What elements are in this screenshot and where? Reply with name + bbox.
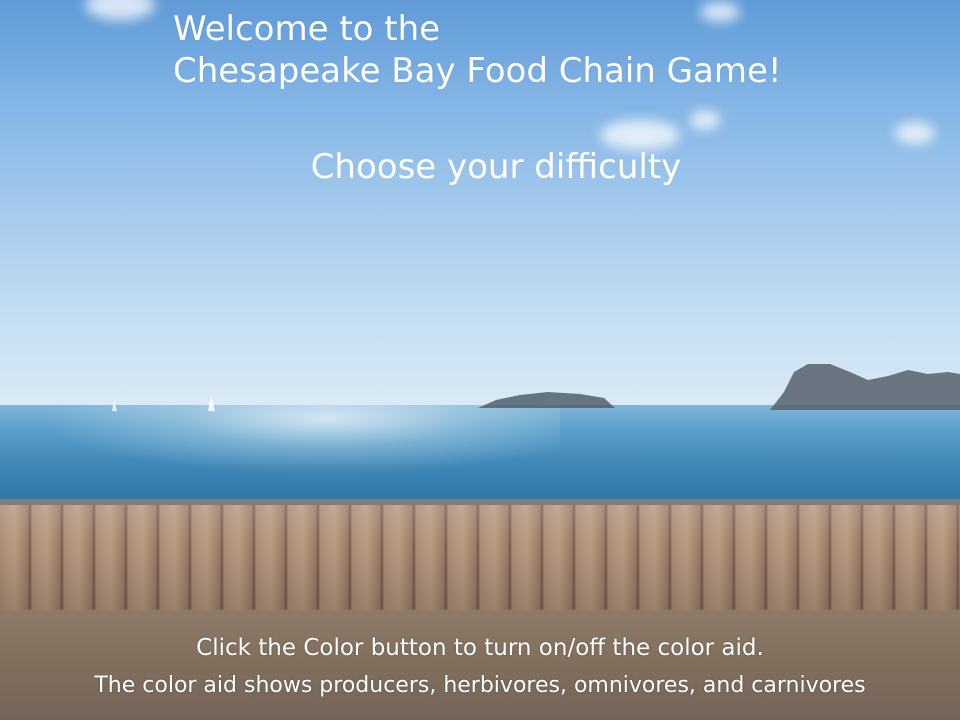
boardwalk-shade [0,505,960,610]
game-title: Welcome to the Chesapeake Bay Food Chain… [173,8,782,92]
instruction-line-1: Click the Color button to turn on/off th… [196,635,764,661]
title-line-1: Welcome to the [173,9,441,49]
difficulty-prompt: Choose your difficulty [310,147,682,187]
sailboat [112,400,117,411]
instruction-line-2: The color aid shows producers, herbivore… [94,673,866,698]
game-background [0,0,960,720]
sailboat [208,395,215,411]
island-left [478,392,615,408]
title-line-2: Chesapeake Bay Food Chain Game! [173,51,782,91]
rocky-cape [770,364,960,410]
instructions: Click the Color button to turn on/off th… [0,630,960,704]
